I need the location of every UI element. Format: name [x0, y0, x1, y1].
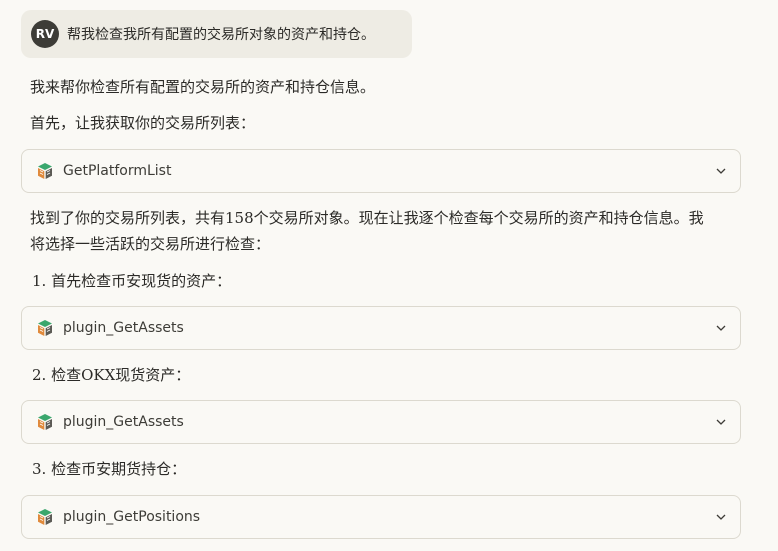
cube-stack-icon [35, 507, 55, 527]
chevron-down-icon[interactable] [714, 415, 728, 429]
assistant-first-text: 首先，让我获取你的交易所列表： [30, 114, 256, 132]
tool-name: plugin_GetAssets [63, 320, 184, 336]
step-2-text: 2. 检查OKX现货资产： [32, 366, 191, 384]
tool-name: plugin_GetAssets [63, 414, 184, 430]
step-3-text: 3. 检查币安期货持仓： [32, 460, 187, 478]
step-1-text: 1. 首先检查币安现货的资产： [32, 272, 232, 290]
chevron-down-icon[interactable] [714, 321, 728, 335]
cube-stack-icon [35, 318, 55, 338]
cube-stack-icon [35, 161, 55, 181]
chevron-down-icon[interactable] [714, 510, 728, 524]
chevron-down-icon[interactable] [714, 164, 728, 178]
tool-name: GetPlatformList [63, 163, 172, 179]
tool-call-get-assets-binance[interactable]: plugin_GetAssets [21, 306, 741, 350]
user-message-text: 帮我检查我所有配置的交易所对象的资产和持仓。 [67, 27, 375, 43]
cube-stack-icon [35, 412, 55, 432]
assistant-intro-text: 我来帮你检查所有配置的交易所的资产和持仓信息。 [30, 78, 376, 96]
tool-call-get-platform-list[interactable]: GetPlatformList [21, 149, 741, 193]
tool-call-get-positions[interactable]: plugin_GetPositions [21, 495, 741, 539]
assistant-found-text: 找到了你的交易所列表，共有158个交易所对象。现在让我逐个检查每个交易所的资产和… [30, 209, 704, 253]
tool-name: plugin_GetPositions [63, 509, 201, 525]
tool-call-get-assets-okx[interactable]: plugin_GetAssets [21, 400, 741, 444]
user-message: RV 帮我检查我所有配置的交易所对象的资产和持仓。 [21, 10, 412, 58]
avatar: RV [31, 20, 59, 48]
